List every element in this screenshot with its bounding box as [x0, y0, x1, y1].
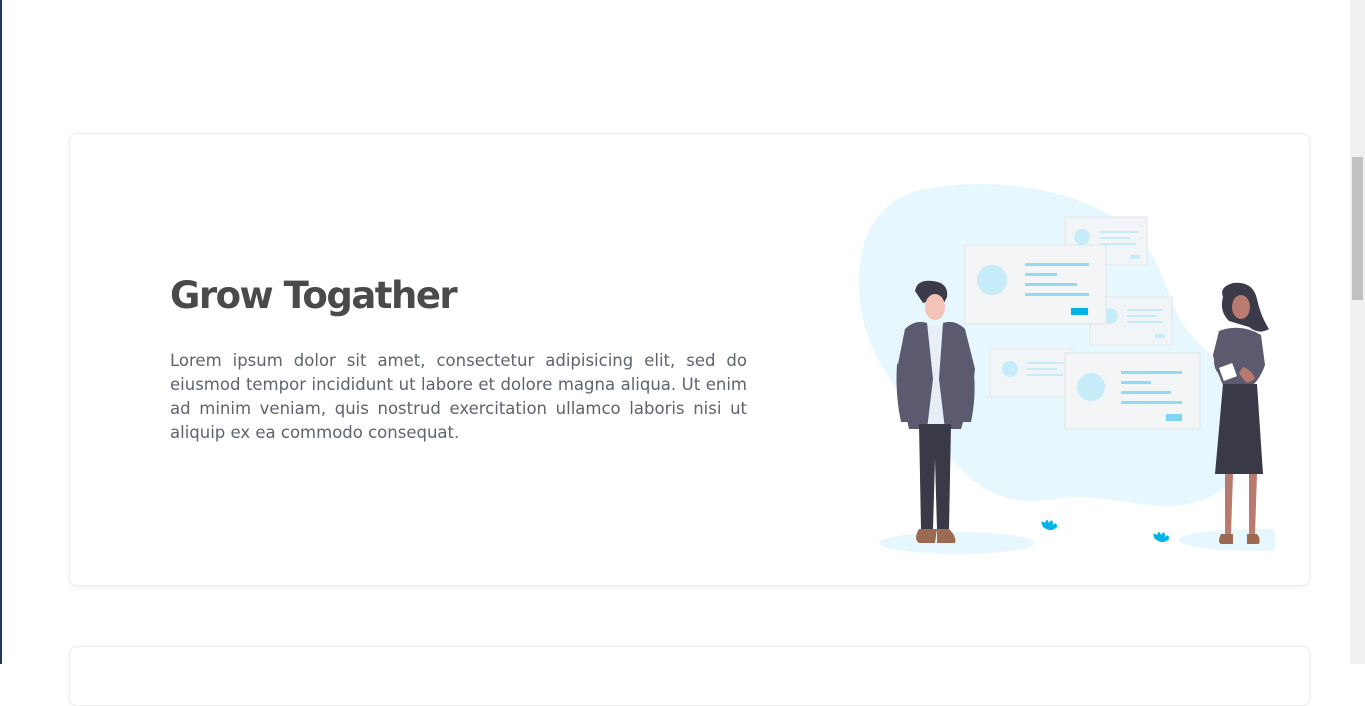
- page-viewport: Grow Togather Lorem ipsum dolor sit amet…: [0, 0, 1350, 706]
- profile-card-front-2: [1064, 352, 1201, 430]
- profile-card-front-1: [964, 244, 1107, 325]
- plant-1: [1041, 520, 1057, 530]
- feature-title: Grow Togather: [170, 274, 458, 317]
- collaboration-illustration: [859, 184, 1275, 554]
- woman-figure: [1213, 282, 1269, 544]
- next-feature-card: [69, 646, 1310, 706]
- vertical-scrollbar[interactable]: [1350, 0, 1365, 664]
- feature-description: Lorem ipsum dolor sit amet, consectetur …: [170, 351, 747, 442]
- feature-card: Grow Togather Lorem ipsum dolor sit amet…: [69, 133, 1310, 586]
- profile-card-back-3: [989, 348, 1073, 398]
- plant-2: [1153, 532, 1169, 542]
- scrollbar-thumb[interactable]: [1352, 157, 1363, 300]
